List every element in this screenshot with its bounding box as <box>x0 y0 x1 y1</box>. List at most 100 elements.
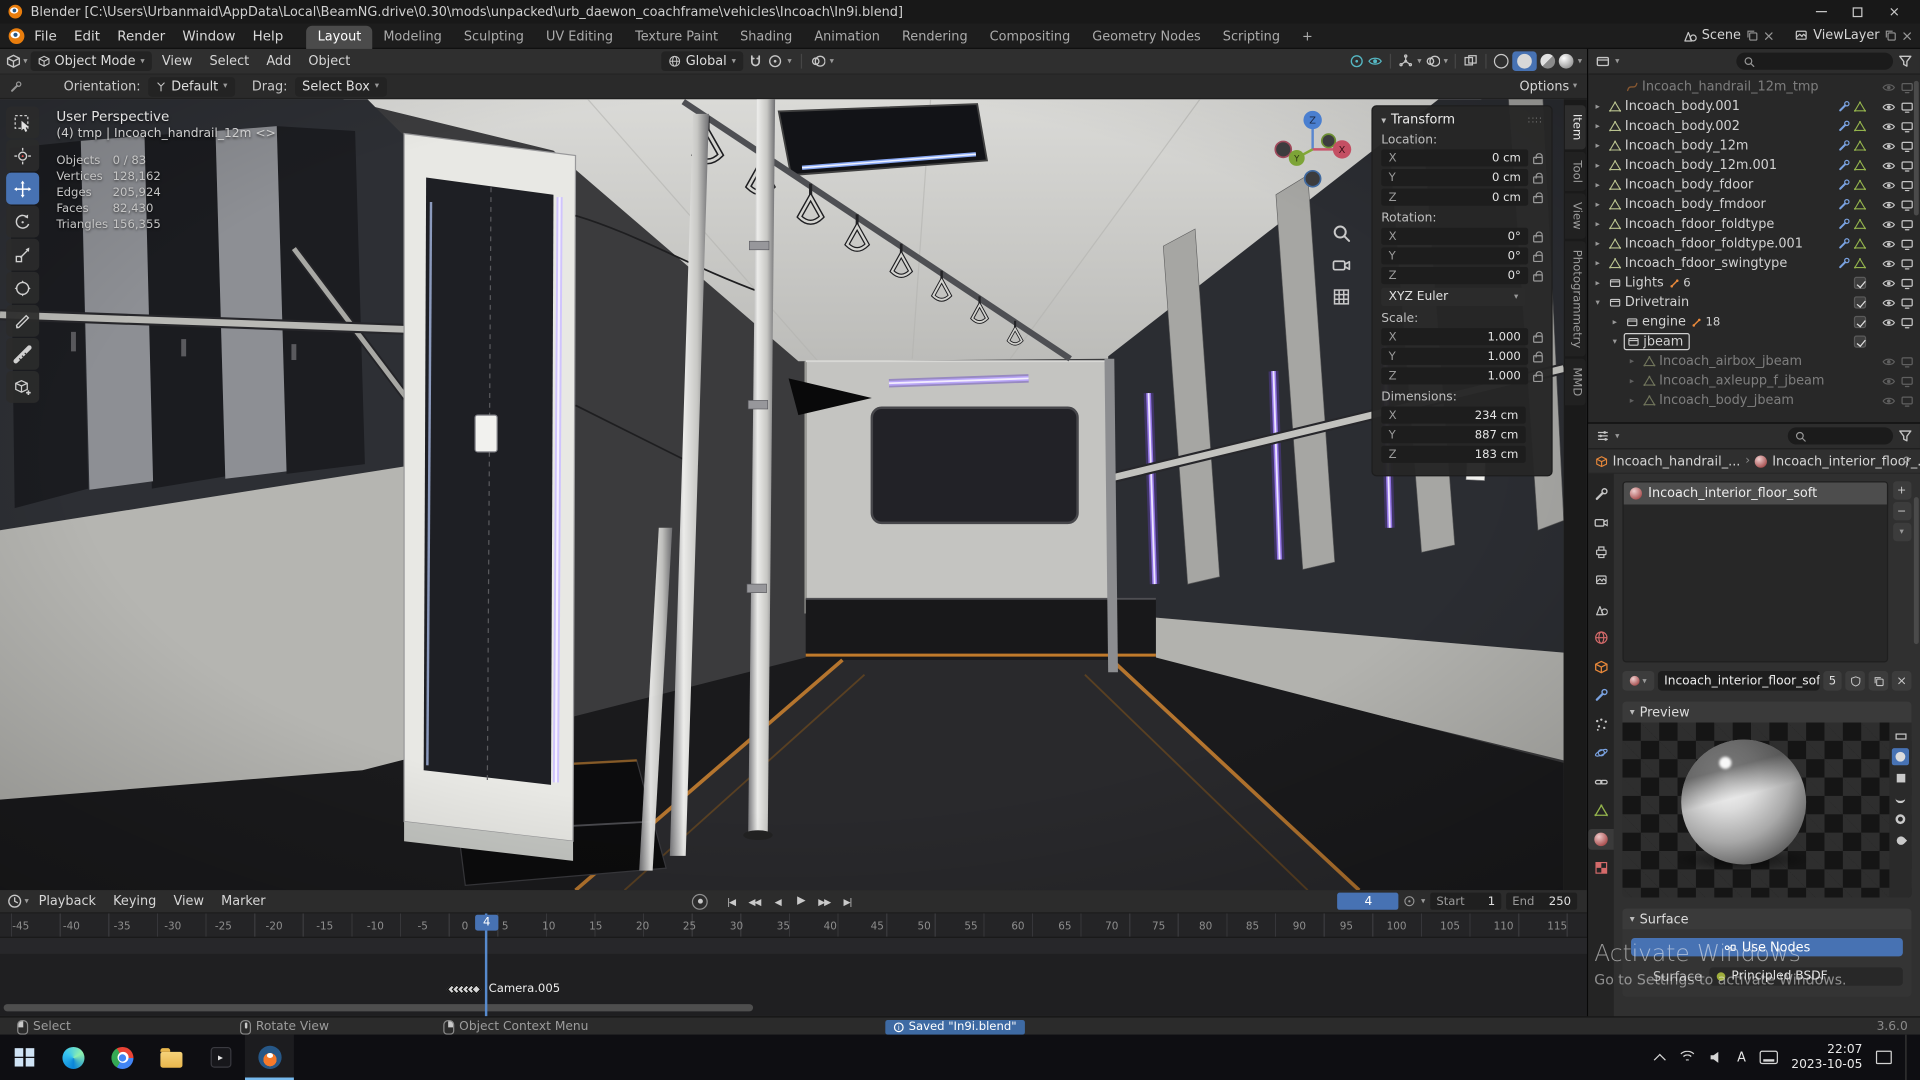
outliner-row[interactable]: Incoach_body_jbeam <box>1588 391 1920 411</box>
workspace-tab-rendering[interactable]: Rendering <box>891 25 979 48</box>
preview-cloth-button[interactable] <box>1892 811 1909 828</box>
unlink-material-button[interactable] <box>1892 671 1912 691</box>
number-field[interactable]: Z183 cm <box>1381 446 1525 463</box>
shading-solid-button[interactable] <box>1513 51 1537 71</box>
expand-icon[interactable] <box>1596 298 1609 308</box>
outliner-row[interactable]: Incoach_body_12m.001 <box>1588 156 1920 176</box>
workspace-tab-shading[interactable]: Shading <box>729 25 803 48</box>
tab-render[interactable] <box>1588 512 1614 533</box>
preview-fluid-button[interactable] <box>1892 831 1909 848</box>
move-tool[interactable] <box>6 173 39 205</box>
show-overlays-icon[interactable] <box>1425 54 1440 69</box>
lock-icon[interactable] <box>1533 234 1543 241</box>
eye-icon[interactable] <box>1882 217 1895 230</box>
properties-scrollbar[interactable] <box>1914 497 1919 644</box>
outliner-editor-icon[interactable] <box>1596 54 1611 69</box>
menu-add[interactable]: Add <box>259 54 299 69</box>
menu-keying[interactable]: Keying <box>106 894 164 909</box>
workspace-tab-modeling[interactable]: Modeling <box>372 25 453 48</box>
breadcrumb-material-name[interactable]: Incoach_interior_floor_... <box>1772 454 1920 469</box>
input-language-indicator[interactable]: A <box>1737 1050 1746 1065</box>
outliner-row[interactable]: engine 18 <box>1588 312 1920 332</box>
number-field[interactable]: Z0 cm <box>1381 189 1528 206</box>
eye-icon[interactable] <box>1882 139 1895 152</box>
screen-icon[interactable] <box>1900 198 1913 211</box>
material-users-count[interactable]: 5 <box>1823 671 1841 691</box>
auto-key-button[interactable] <box>692 893 708 909</box>
tab-object[interactable] <box>1588 656 1614 677</box>
workspace-tab-uvediting[interactable]: UV Editing <box>535 25 624 48</box>
eye-icon[interactable] <box>1882 315 1895 328</box>
playhead-frame-badge[interactable]: 4 <box>475 915 498 931</box>
timeline-summary-track[interactable] <box>0 938 1587 954</box>
eye-icon[interactable] <box>1882 100 1895 113</box>
eye-icon[interactable] <box>1882 374 1895 387</box>
outliner-row[interactable]: Incoach_body.001 <box>1588 97 1920 117</box>
material-slot-list[interactable]: Incoach_interior_floor_soft <box>1622 481 1888 662</box>
measure-tool[interactable] <box>6 338 39 370</box>
transform-tool[interactable] <box>6 272 39 304</box>
notification-center-icon[interactable] <box>1876 1051 1892 1064</box>
screen-icon[interactable] <box>1900 237 1913 250</box>
tab-viewlayer[interactable] <box>1588 570 1614 591</box>
shading-rendered-button[interactable] <box>1559 54 1574 69</box>
outliner-row-active-collection[interactable]: jbeam <box>1588 332 1920 352</box>
expand-icon[interactable] <box>1596 141 1609 151</box>
gizmo-z-axis[interactable]: Z <box>1309 116 1316 127</box>
tab-object-data[interactable] <box>1588 800 1614 821</box>
tab-physics[interactable] <box>1588 743 1614 764</box>
sidebar-tab-tool[interactable]: Tool <box>1565 151 1586 191</box>
editor-type-icon[interactable] <box>6 54 21 69</box>
lock-icon[interactable] <box>1533 274 1543 281</box>
number-field[interactable]: Z0° <box>1381 267 1528 284</box>
expand-icon[interactable] <box>1613 317 1626 327</box>
menu-object[interactable]: Object <box>301 54 358 69</box>
sidebar-tab-item[interactable]: Item <box>1565 105 1586 149</box>
network-icon[interactable] <box>1677 1051 1697 1064</box>
outliner-search-input[interactable] <box>1736 53 1893 70</box>
cursor-tool[interactable] <box>6 140 39 172</box>
workspace-tab-scripting[interactable]: Scripting <box>1212 25 1291 48</box>
snap-magnet-icon[interactable] <box>748 54 763 69</box>
close-button[interactable]: × <box>1876 0 1913 23</box>
outliner-row[interactable]: Drivetrain <box>1588 293 1920 313</box>
add-slot-button[interactable]: + <box>1892 481 1910 499</box>
screen-icon[interactable] <box>1900 296 1913 309</box>
tab-particles[interactable] <box>1588 714 1614 735</box>
number-field[interactable]: Y0° <box>1381 247 1528 264</box>
frame-start-field[interactable]: Start1 <box>1430 893 1501 910</box>
preview-hair-button[interactable] <box>1892 790 1909 807</box>
tab-tool[interactable] <box>1588 484 1614 505</box>
slot-specials-button[interactable] <box>1892 523 1910 541</box>
expand-icon[interactable] <box>1630 376 1643 386</box>
eye-icon[interactable] <box>1882 159 1895 172</box>
collection-checkbox[interactable] <box>1854 316 1866 328</box>
eye-icon[interactable] <box>1882 394 1895 407</box>
timeline-scrollbar[interactable] <box>4 1004 753 1011</box>
screen-icon[interactable] <box>1900 354 1913 367</box>
expand-icon[interactable] <box>1596 258 1609 268</box>
tab-world[interactable] <box>1588 628 1614 649</box>
screen-icon[interactable] <box>1900 257 1913 270</box>
tab-texture[interactable] <box>1588 858 1614 879</box>
remove-slot-button[interactable]: − <box>1892 502 1910 520</box>
panel-collapse-icon[interactable] <box>1381 114 1386 125</box>
material-name-field[interactable]: Incoach_interior_floor_soft <box>1658 671 1820 691</box>
play-button[interactable] <box>791 893 811 910</box>
zoom-icon[interactable] <box>1332 224 1350 242</box>
lock-icon[interactable] <box>1533 354 1543 361</box>
orientation-setting-dropdown[interactable]: Default <box>148 77 235 97</box>
gizmo-x-axis[interactable]: X <box>1339 145 1346 156</box>
screen-icon[interactable] <box>1900 100 1913 113</box>
outliner-row[interactable]: Lights 6 <box>1588 273 1920 293</box>
xray-toggle-icon[interactable] <box>1464 54 1479 69</box>
navigation-gizmo[interactable]: Z X Y <box>1266 103 1359 200</box>
panel-grip-icon[interactable] <box>1528 114 1543 125</box>
taskbar-blender[interactable] <box>245 1035 294 1080</box>
workspace-tab-layout[interactable]: Layout <box>307 25 373 48</box>
number-field[interactable]: X234 cm <box>1381 407 1525 424</box>
scale-tool[interactable] <box>6 239 39 271</box>
viewport-canvas[interactable]: User Perspective (4) tmp | Incoach_handr… <box>0 99 1587 890</box>
workspace-tab-texturepaint[interactable]: Texture Paint <box>624 25 729 48</box>
options-dropdown[interactable]: Options <box>1520 79 1570 94</box>
